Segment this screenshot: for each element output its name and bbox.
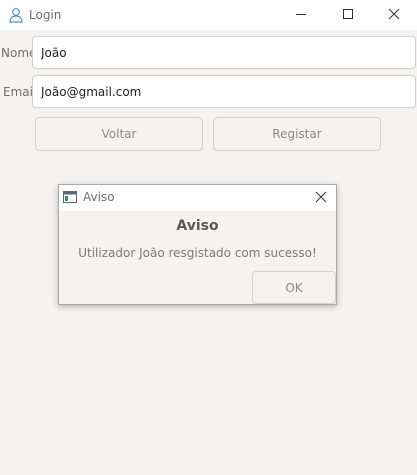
close-icon	[315, 191, 327, 206]
voltar-button[interactable]: Voltar	[35, 117, 203, 151]
ok-button[interactable]: OK	[252, 271, 336, 304]
dialog-heading: Aviso	[176, 218, 219, 234]
title-bar: Login	[0, 0, 417, 30]
aviso-dialog: Aviso Aviso Utilizador João resgistado c…	[58, 184, 337, 305]
window-icon	[63, 191, 77, 203]
close-button[interactable]	[371, 0, 417, 30]
maximize-icon	[342, 8, 354, 23]
minimize-icon	[295, 8, 307, 23]
dialog-title: Aviso	[83, 190, 115, 204]
minimize-button[interactable]	[278, 0, 324, 30]
window-title: Login	[29, 8, 62, 22]
maximize-button[interactable]	[325, 0, 371, 30]
email-field[interactable]	[32, 75, 416, 108]
close-icon	[388, 8, 400, 23]
dialog-title-bar: Aviso	[59, 185, 336, 211]
user-icon	[8, 7, 24, 23]
dialog-message: Utilizador João resgistado com sucesso!	[78, 246, 317, 260]
dialog-close-button[interactable]	[311, 189, 331, 207]
registar-button[interactable]: Registar	[213, 117, 381, 151]
nome-field[interactable]	[32, 36, 416, 69]
